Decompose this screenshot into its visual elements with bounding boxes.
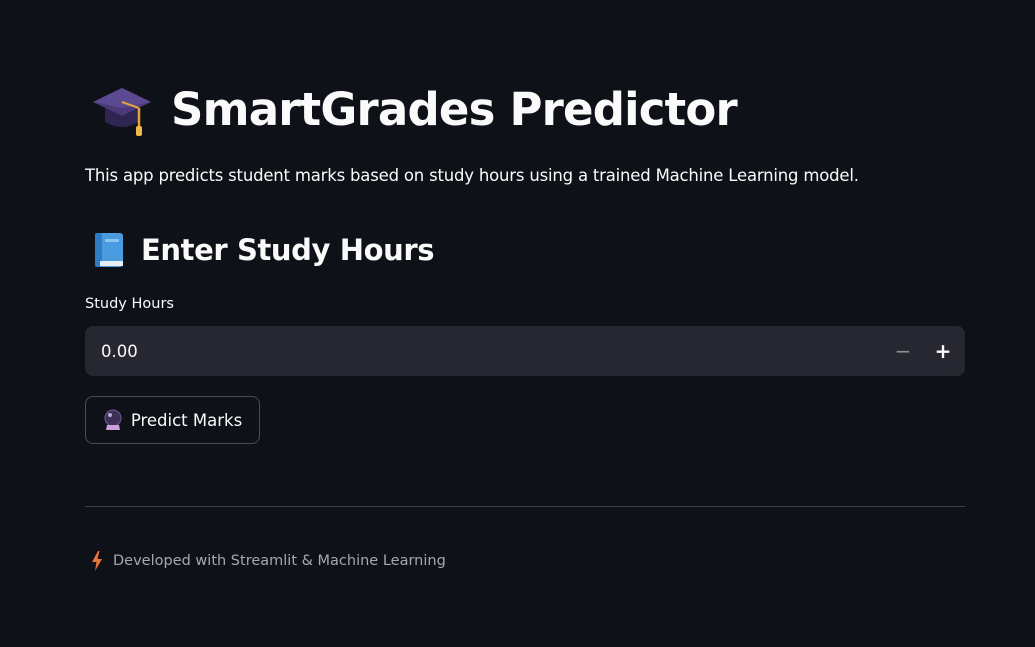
crystal-ball-icon <box>104 409 122 430</box>
graduation-cap-icon <box>93 88 151 136</box>
footer: Developed with Streamlit & Machine Learn… <box>91 550 446 572</box>
divider <box>85 506 965 507</box>
decrement-button[interactable]: − <box>883 326 923 376</box>
page-title: SmartGrades Predictor <box>171 82 738 136</box>
study-hours-number-input[interactable]: 0.00 − + <box>85 326 965 376</box>
predict-marks-button[interactable]: Predict Marks <box>85 396 260 444</box>
section-title: Enter Study Hours <box>141 233 435 267</box>
blue-book-icon <box>95 233 123 267</box>
lightning-bolt-icon <box>92 551 102 571</box>
study-hours-label: Study Hours <box>85 296 174 312</box>
footer-text: Developed with Streamlit & Machine Learn… <box>113 553 446 569</box>
page-description: This app predicts student marks based on… <box>85 166 859 185</box>
increment-button[interactable]: + <box>923 326 963 376</box>
predict-marks-label: Predict Marks <box>130 410 243 430</box>
study-hours-value[interactable]: 0.00 <box>85 342 883 361</box>
section-header: Enter Study Hours <box>91 230 435 270</box>
page-header: SmartGrades Predictor <box>91 78 738 140</box>
